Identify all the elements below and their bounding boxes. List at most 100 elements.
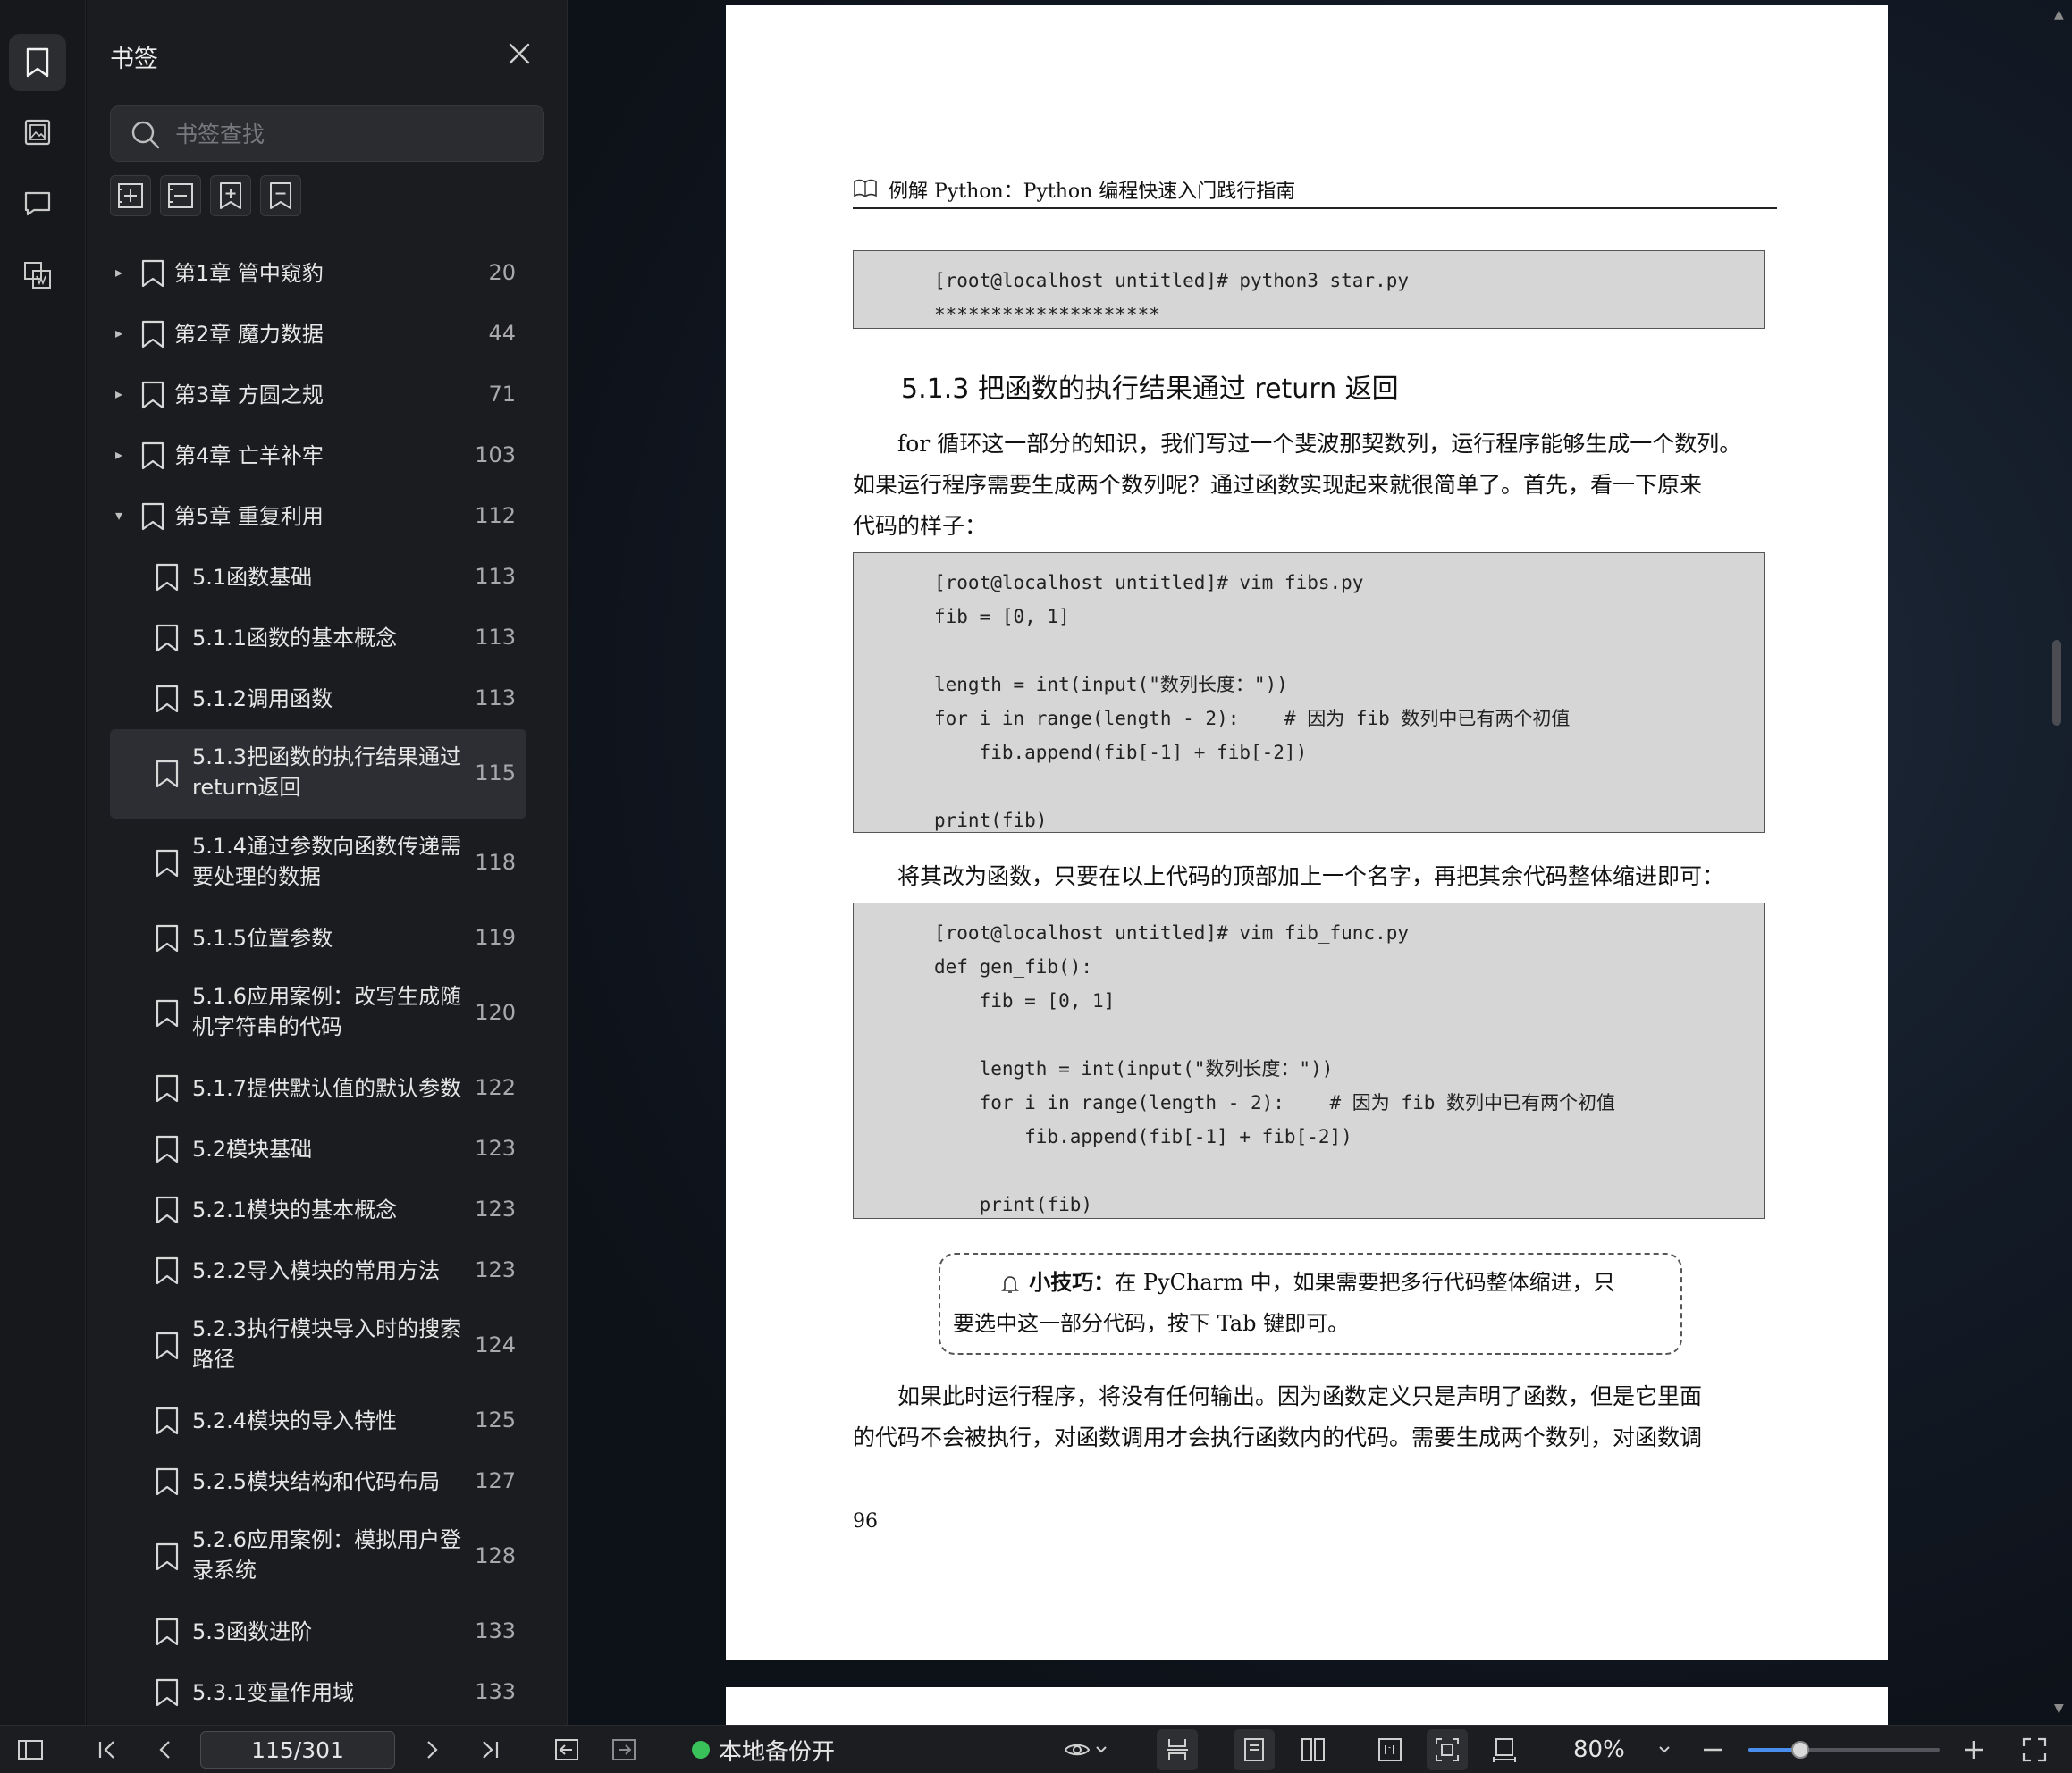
close-panel-button[interactable]	[505, 39, 534, 68]
bookmark-item[interactable]: 5.1.7提供默认值的默认参数 122	[110, 1058, 526, 1119]
bookmark-item[interactable]: 5.1.3把函数的执行结果通过return返回 115	[110, 729, 526, 819]
bookmark-item[interactable]: 5.1.4通过参数向函数传递需要处理的数据 118	[110, 819, 526, 908]
bookmark-label: 5.1函数基础	[192, 565, 313, 590]
fit-width-icon	[1492, 1737, 1517, 1762]
book-icon	[853, 179, 878, 198]
zoom-slider[interactable]	[1748, 1741, 1940, 1759]
bookmark-item[interactable]: 5.3.1变量作用域 133	[110, 1662, 526, 1723]
bookmark-label: 5.1.4通过参数向函数传递需要处理的数据	[192, 834, 462, 889]
bookmark-label: 5.3函数进阶	[192, 1619, 313, 1644]
bookmark-icon	[155, 1407, 180, 1435]
bookmark-item[interactable]: ▸ 第4章 亡羊补牢 103	[110, 425, 526, 486]
forward-button[interactable]	[606, 1726, 642, 1773]
toggle-sidebar-button[interactable]	[13, 1726, 48, 1773]
bell-icon	[1000, 1274, 1019, 1294]
caret-right-icon[interactable]: ▸	[115, 264, 130, 281]
fullscreen-button[interactable]	[2017, 1726, 2052, 1773]
eye-protection-button[interactable]	[1060, 1726, 1110, 1773]
bookmark-item[interactable]: 5.1.5位置参数 119	[110, 908, 526, 969]
code-line: fib.append(fib[-1] + fib[-2])	[934, 742, 1308, 763]
bookmark-label: 5.1.6应用案例：改写生成随机字符串的代码	[192, 984, 462, 1039]
local-backup-status[interactable]: 本地备份开	[692, 1726, 835, 1773]
caret-right-icon[interactable]: ▸	[115, 446, 130, 463]
bookmark-page-number: 133	[475, 1679, 516, 1704]
bookmark-search-input[interactable]	[175, 115, 533, 153]
add-bookmark-here-button[interactable]	[210, 175, 251, 216]
bookmark-icon	[155, 563, 180, 592]
bookmark-icon	[155, 1332, 180, 1360]
eye-icon	[1064, 1740, 1091, 1760]
tip-text-line: 在 PyCharm 中，如果需要把多行代码整体缩进，只	[1115, 1270, 1615, 1295]
code-block-fibs: [root@localhost untitled]# vim fibs.py fi…	[853, 552, 1765, 833]
document-scrollbar[interactable]	[2052, 640, 2061, 726]
previous-page-button[interactable]	[147, 1726, 182, 1773]
bookmark-item[interactable]: 5.1.2调用函数 113	[110, 668, 526, 729]
bookmark-item[interactable]: 5.1.1函数的基本概念 113	[110, 608, 526, 668]
first-page-button[interactable]	[89, 1726, 125, 1773]
double-page-button[interactable]	[1293, 1726, 1334, 1773]
scroll-up-icon[interactable]: ▲	[2054, 7, 2064, 21]
actual-size-button[interactable]	[1369, 1726, 1411, 1773]
bookmark-item[interactable]: 5.2.6应用案例：模拟用户登录系统 128	[110, 1512, 526, 1601]
zoom-slider-thumb[interactable]	[1790, 1741, 1809, 1759]
panel-title: 书签	[110, 46, 158, 73]
bookmark-item[interactable]: 5.2.4模块的导入特性 125	[110, 1391, 526, 1451]
zoom-dropdown[interactable]	[1654, 1726, 1675, 1773]
bookmark-item[interactable]: ▸ 第1章 管中窥豹 20	[110, 243, 526, 304]
zoom-out-button[interactable]	[1697, 1726, 1729, 1773]
collapse-bookmark-button[interactable]	[160, 175, 201, 216]
caret-down-icon[interactable]: ▾	[115, 507, 130, 524]
page-tools-button[interactable]	[9, 247, 66, 304]
running-head: 例解 Python：Python 编程快速入门践行指南	[853, 175, 1777, 209]
fit-page-button[interactable]	[1427, 1729, 1468, 1770]
caret-right-icon[interactable]: ▸	[115, 385, 130, 402]
bookmark-item[interactable]: 5.2.2导入模块的常用方法 123	[110, 1240, 526, 1301]
page-number-input[interactable]	[200, 1731, 395, 1769]
bookmark-item[interactable]: 5.1函数基础 113	[110, 547, 526, 608]
bookmark-item[interactable]: ▸ 第2章 魔力数据 44	[110, 304, 526, 365]
code-line: fib = [0, 1]	[934, 990, 1116, 1012]
comment-panel-button[interactable]	[9, 175, 66, 232]
scroll-down-icon[interactable]: ▼	[2054, 1702, 2064, 1716]
zoom-level[interactable]: 80%	[1573, 1726, 1625, 1773]
remove-bookmark-button[interactable]	[260, 175, 301, 216]
bookmark-icon	[140, 502, 165, 531]
paragraph-line: 将其改为函数，只要在以上代码的顶部加上一个名字，再把其余代码整体缩进即可：	[853, 863, 1725, 889]
add-bookmark-button[interactable]	[110, 175, 151, 216]
bookmark-icon	[155, 1256, 180, 1285]
bookmark-panel-button[interactable]	[9, 34, 66, 91]
bookmark-item[interactable]: 5.1.6应用案例：改写生成随机字符串的代码 120	[110, 969, 526, 1058]
continuous-scroll-button[interactable]	[1157, 1729, 1198, 1770]
zoom-in-button[interactable]	[1958, 1726, 1990, 1773]
bookmark-icon	[155, 624, 180, 652]
image-icon	[24, 119, 51, 146]
last-page-button[interactable]	[472, 1726, 508, 1773]
bookmark-item[interactable]: 5.3函数进阶 133	[110, 1601, 526, 1662]
fullscreen-icon	[2022, 1737, 2047, 1762]
bookmark-item[interactable]: 5.2模块基础 123	[110, 1119, 526, 1180]
fit-width-button[interactable]	[1484, 1726, 1525, 1773]
bookmark-search-box	[110, 105, 544, 162]
bookmark-page-number: 123	[475, 1257, 516, 1282]
bookmark-page-number: 127	[475, 1468, 516, 1493]
code-block-star: [root@localhost untitled]# python3 star.…	[853, 250, 1765, 329]
bookmark-item[interactable]: 5.2.3执行模块导入时的搜索路径 124	[110, 1301, 526, 1391]
single-page-button[interactable]	[1234, 1729, 1275, 1770]
bookmark-item[interactable]: 5.2.5模块结构和代码布局 127	[110, 1451, 526, 1512]
next-page-button[interactable]	[415, 1726, 451, 1773]
paragraph-line: 如果运行程序需要生成两个数列呢？通过函数实现起来就很简单了。首先，看一下原来	[853, 472, 1703, 498]
paragraph-line: 代码的样子：	[853, 513, 988, 539]
bookmark-label: 5.1.2调用函数	[192, 686, 333, 711]
caret-right-icon[interactable]: ▸	[115, 324, 130, 341]
first-page-icon	[97, 1739, 117, 1760]
bookmark-item[interactable]: 5.2.1模块的基本概念 123	[110, 1180, 526, 1240]
thumbnail-panel-button[interactable]	[9, 104, 66, 161]
add-sub-bookmark-icon	[116, 181, 145, 210]
back-button[interactable]	[549, 1726, 585, 1773]
bookmark-item[interactable]: ▾ 第5章 重复利用 112	[110, 486, 526, 547]
tip-label: 小技巧：	[1029, 1269, 1116, 1295]
bookmark-page-number: 123	[475, 1197, 516, 1222]
bookmark-item[interactable]: ▸ 第3章 方圆之规 71	[110, 365, 526, 425]
bookmark-label: 5.2.5模块结构和代码布局	[192, 1469, 441, 1494]
activity-rail	[0, 0, 86, 1725]
